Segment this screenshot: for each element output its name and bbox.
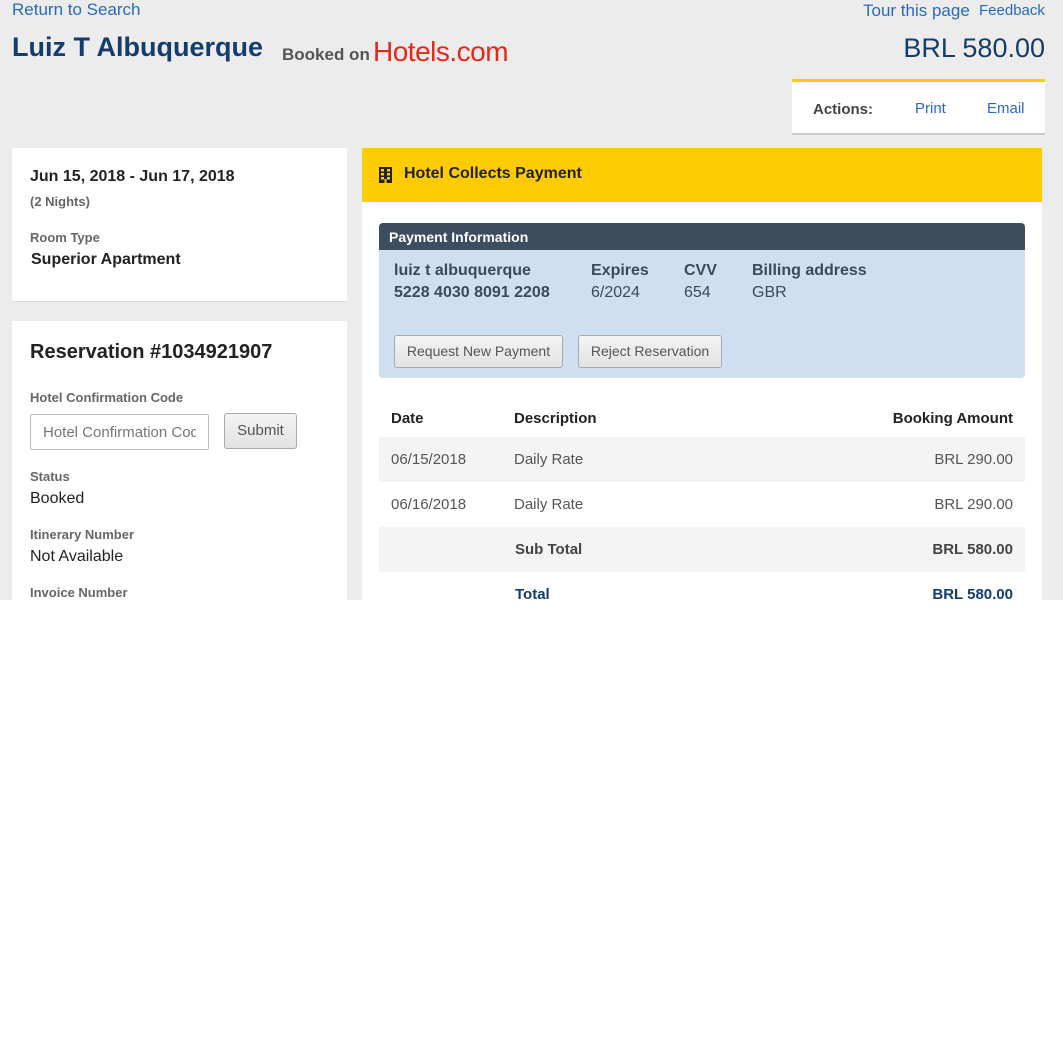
reservation-title: Reservation #1034921907 (30, 341, 273, 363)
itinerary-number-value: Not Available (30, 548, 124, 565)
billing-address-label: Billing address (752, 262, 867, 279)
subtotal-amount: BRL 580.00 (932, 541, 1013, 558)
payment-card-title: Hotel Collects Payment (404, 165, 582, 182)
subtotal-row: Sub Total BRL 580.00 (379, 527, 1025, 572)
total-row: Total BRL 580.00 (379, 572, 1025, 600)
total-price: BRL 580.00 (903, 33, 1045, 63)
total-amount: BRL 580.00 (932, 586, 1013, 600)
reject-reservation-button[interactable]: Reject Reservation (578, 335, 722, 368)
stay-dates: Jun 15, 2018 - Jun 17, 2018 (30, 168, 235, 185)
cvv-value: 654 (684, 284, 711, 301)
cardholder-name: luiz t albuquerque (394, 262, 531, 279)
payment-information-box: Payment Information luiz t albuquerque 5… (379, 223, 1025, 378)
guest-name: Luiz T Albuquerque (12, 32, 263, 62)
reservation-card: Reservation #1034921907 Hotel Confirmati… (12, 321, 347, 600)
return-to-search-link[interactable]: Return to Search (12, 0, 141, 20)
status-label: Status (30, 469, 70, 484)
payment-information-title: Payment Information (379, 223, 1025, 250)
column-header-date: Date (391, 410, 424, 427)
email-link[interactable]: Email (987, 100, 1025, 117)
actions-label: Actions: (813, 101, 873, 118)
payment-card: Hotel Collects Payment Payment Informati… (362, 148, 1042, 600)
booked-on-label: Booked on (282, 45, 370, 64)
row-date: 06/16/2018 (391, 496, 467, 513)
confirmation-code-input[interactable] (30, 414, 209, 450)
column-header-booking-amount: Booking Amount (892, 410, 1013, 427)
subtotal-label: Sub Total (515, 541, 583, 558)
row-date: 06/15/2018 (391, 451, 467, 468)
expires-value: 6/2024 (591, 284, 640, 301)
submit-button[interactable]: Submit (224, 413, 297, 449)
table-row: 06/16/2018 Daily Rate BRL 290.00 (379, 482, 1025, 527)
card-number: 5228 4030 8091 2208 (394, 284, 550, 301)
table-row: 06/15/2018 Daily Rate BRL 290.00 (379, 437, 1025, 482)
invoice-number-label: Invoice Number (30, 585, 128, 600)
actions-panel: Actions: Print Email (792, 79, 1045, 135)
row-amount: BRL 290.00 (934, 496, 1013, 513)
stay-summary-card: Jun 15, 2018 - Jun 17, 2018 (2 Nights) R… (12, 148, 347, 302)
status-value: Booked (30, 490, 85, 507)
payment-card-header: Hotel Collects Payment (362, 148, 1042, 202)
billing-address-value: GBR (752, 284, 787, 301)
request-new-payment-button[interactable]: Request New Payment (394, 335, 563, 368)
feedback-link[interactable]: Feedback (979, 2, 1045, 19)
print-link[interactable]: Print (915, 100, 946, 117)
confirmation-code-label: Hotel Confirmation Code (30, 390, 184, 405)
row-amount: BRL 290.00 (934, 451, 1013, 468)
itinerary-number-label: Itinerary Number (30, 527, 135, 542)
column-header-description: Description (514, 410, 597, 427)
row-description: Daily Rate (514, 496, 584, 513)
expires-label: Expires (591, 262, 649, 279)
tour-page-link[interactable]: Tour this page (863, 1, 970, 21)
hotels-com-logo: Hotels.com (373, 36, 509, 67)
cvv-label: CVV (684, 262, 717, 279)
building-icon (379, 167, 392, 183)
room-type-label: Room Type (30, 230, 100, 245)
row-description: Daily Rate (514, 451, 584, 468)
stay-nights: (2 Nights) (30, 194, 90, 209)
total-label: Total (515, 586, 550, 600)
booking-page: Return to Search Tour this page Feedback… (0, 0, 1063, 600)
room-type-value: Superior Apartment (31, 251, 181, 268)
